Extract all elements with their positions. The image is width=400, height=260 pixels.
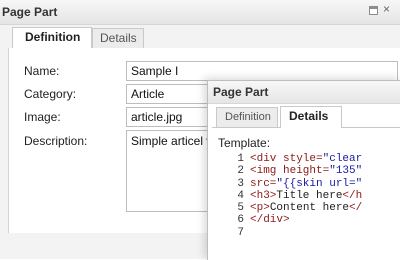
- code-token: </div>: [250, 214, 290, 227]
- code-line: 3 src="{{skin url=": [222, 178, 400, 190]
- close-icon[interactable]: ×: [383, 3, 392, 15]
- code-token: "{{skin url=": [276, 177, 363, 190]
- line-number: 2: [237, 165, 244, 178]
- tab-label: Definition: [225, 111, 271, 123]
- page-part-details-dialog: Page Part Definition Details Template: 1…: [207, 80, 400, 260]
- dialog-titlebar[interactable]: Page Part ×: [0, 0, 400, 25]
- code-line: 7: [222, 227, 400, 239]
- code-token: <p>: [250, 202, 270, 215]
- tab-label: Definition: [25, 30, 81, 44]
- dialog-titlebar[interactable]: Page Part: [208, 81, 400, 104]
- code-token: "135": [329, 165, 363, 178]
- code-token: <div style=: [250, 153, 323, 165]
- line-number: 3: [237, 177, 244, 190]
- code-token: "clear: [322, 153, 363, 165]
- tab-details[interactable]: Details: [280, 106, 342, 128]
- code-line: 6 </div>: [222, 214, 400, 226]
- line-number: 7: [237, 226, 244, 239]
- tab-definition[interactable]: Definition: [12, 27, 92, 49]
- code-line: 4 <h3>Title here</h: [222, 190, 400, 202]
- code-token: </: [349, 202, 363, 215]
- tab-strip: Definition Details: [8, 26, 400, 49]
- code-token: src=: [250, 177, 277, 190]
- code-token: Title here: [276, 189, 343, 202]
- dialog-title: Page Part: [213, 85, 269, 99]
- template-label: Template:: [218, 136, 271, 150]
- category-label: Category:: [24, 87, 77, 101]
- tab-details[interactable]: Details: [92, 28, 144, 48]
- tab-label: Details: [289, 109, 329, 123]
- maximize-icon[interactable]: [369, 6, 378, 15]
- line-number: 5: [237, 202, 244, 215]
- code-line: 1 <div style="clear: [222, 153, 400, 165]
- code-line: 2 <img height="135": [222, 165, 400, 177]
- code-token: <img height=: [250, 165, 330, 178]
- dialog-title: Page Part: [2, 5, 58, 19]
- tab-definition[interactable]: Definition: [216, 107, 278, 127]
- description-label: Description:: [24, 134, 88, 148]
- tab-strip: Definition Details: [212, 105, 400, 128]
- line-number: 6: [237, 214, 244, 227]
- image-label: Image:: [24, 110, 61, 124]
- line-number: 4: [237, 189, 244, 202]
- code-line: 5 <p>Content here</: [222, 202, 400, 214]
- line-number: 1: [237, 153, 244, 165]
- code-token: </h: [342, 189, 363, 202]
- code-token: Content here: [269, 202, 350, 215]
- name-field[interactable]: Sample I: [126, 61, 398, 81]
- name-label: Name:: [24, 64, 60, 78]
- tab-label: Details: [100, 31, 137, 45]
- template-code-editor[interactable]: 1 <div style="clear 2 <img height="135" 3 src…: [222, 153, 400, 260]
- code-token: <h3>: [250, 189, 277, 202]
